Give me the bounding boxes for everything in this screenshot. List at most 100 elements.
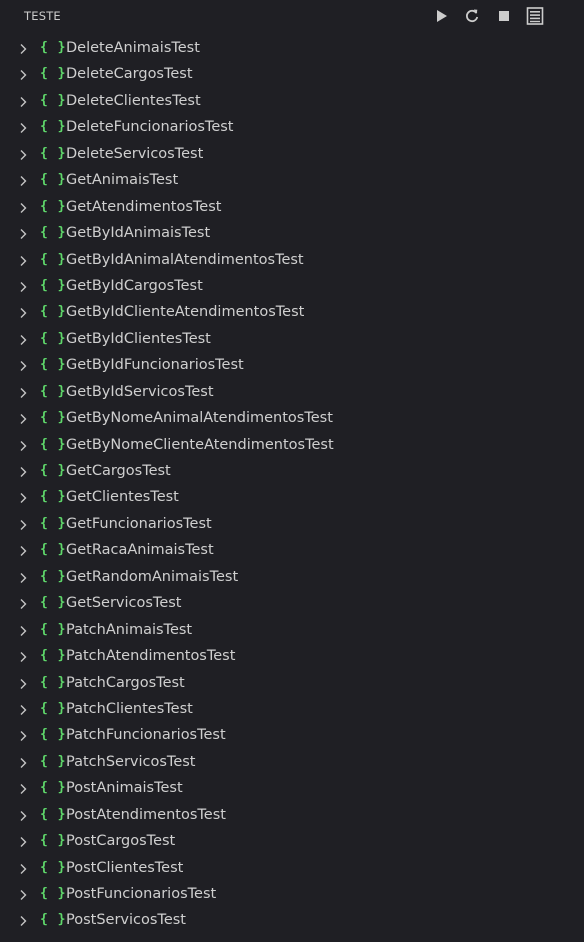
test-item[interactable]: { } DeleteCargosTest xyxy=(0,62,584,88)
test-item[interactable]: { } GetRandomAnimaisTest xyxy=(0,565,584,591)
test-item[interactable]: { } PatchAnimaisTest xyxy=(0,618,584,644)
test-item[interactable]: { } PostAnimaisTest xyxy=(0,776,584,802)
chevron-right-icon[interactable] xyxy=(16,412,30,426)
braces-icon: { } xyxy=(40,357,67,373)
chevron-right-icon[interactable] xyxy=(16,862,30,876)
test-item-label: GetByNomeAnimalAtendimentosTest xyxy=(66,410,333,427)
chevron-right-icon[interactable] xyxy=(16,280,30,294)
chevron-right-icon[interactable] xyxy=(16,703,30,717)
test-item[interactable]: { } GetByIdClienteAtendimentosTest xyxy=(0,300,584,326)
chevron-right-icon[interactable] xyxy=(16,624,30,638)
stop-tests-button[interactable] xyxy=(493,5,515,27)
braces-icon: { } xyxy=(40,145,67,161)
test-item-label: PostServicosTest xyxy=(66,912,186,929)
chevron-right-icon[interactable] xyxy=(16,333,30,347)
chevron-right-icon[interactable] xyxy=(16,544,30,558)
chevron-right-icon[interactable] xyxy=(16,465,30,479)
test-item[interactable]: { } GetServicosTest xyxy=(0,591,584,617)
braces-icon: { } xyxy=(40,225,67,241)
test-item[interactable]: { } GetByIdAnimalAtendimentosTest xyxy=(0,248,584,274)
chevron-right-icon[interactable] xyxy=(16,68,30,82)
chevron-right-icon[interactable] xyxy=(16,491,30,505)
test-item[interactable]: { } PatchServicosTest xyxy=(0,750,584,776)
test-item[interactable]: { } GetByIdClientesTest xyxy=(0,327,584,353)
braces-icon: { } xyxy=(40,172,67,188)
test-list: { } DeleteAnimaisTest{ } DeleteCargosTest{… xyxy=(0,36,584,935)
test-item-label: PatchCargosTest xyxy=(66,674,185,691)
test-item-label: GetServicosTest xyxy=(66,595,182,612)
test-item[interactable]: { } PatchClientesTest xyxy=(0,697,584,723)
chevron-right-icon[interactable] xyxy=(16,597,30,611)
test-item[interactable]: { } PatchCargosTest xyxy=(0,671,584,697)
test-item[interactable]: { } GetRacaAnimaisTest xyxy=(0,538,584,564)
braces-icon: { } xyxy=(40,595,67,611)
chevron-right-icon[interactable] xyxy=(16,914,30,928)
test-item[interactable]: { } GetByIdFuncionariosTest xyxy=(0,353,584,379)
chevron-right-icon[interactable] xyxy=(16,650,30,664)
chevron-right-icon[interactable] xyxy=(16,95,30,109)
test-item[interactable]: { } GetByNomeClienteAtendimentosTest xyxy=(0,433,584,459)
test-item[interactable]: { } PostCargosTest xyxy=(0,829,584,855)
test-item[interactable]: { } GetAnimaisTest xyxy=(0,168,584,194)
test-item[interactable]: { } PatchFuncionariosTest xyxy=(0,723,584,749)
chevron-right-icon[interactable] xyxy=(16,227,30,241)
chevron-right-icon[interactable] xyxy=(16,439,30,453)
test-item[interactable]: { } DeleteAnimaisTest xyxy=(0,36,584,62)
test-item[interactable]: { } PatchAtendimentosTest xyxy=(0,644,584,670)
chevron-right-icon[interactable] xyxy=(16,254,30,268)
braces-icon: { } xyxy=(40,727,67,743)
test-item-label: PostCargosTest xyxy=(66,833,176,850)
chevron-right-icon[interactable] xyxy=(16,42,30,56)
chevron-right-icon[interactable] xyxy=(16,677,30,691)
run-tests-button[interactable] xyxy=(430,5,452,27)
chevron-right-icon[interactable] xyxy=(16,809,30,823)
test-item[interactable]: { } GetAtendimentosTest xyxy=(0,195,584,221)
braces-icon: { } xyxy=(40,886,67,901)
braces-icon: { } xyxy=(40,198,67,214)
chevron-right-icon[interactable] xyxy=(16,518,30,532)
test-item[interactable]: { } GetByIdAnimaisTest xyxy=(0,221,584,247)
test-item[interactable]: { } DeleteServicosTest xyxy=(0,142,584,168)
test-item-label: GetByIdAnimaisTest xyxy=(66,225,211,242)
chevron-right-icon[interactable] xyxy=(16,306,30,320)
braces-icon: { } xyxy=(40,912,67,928)
test-item[interactable]: { } GetByIdServicosTest xyxy=(0,380,584,406)
test-item[interactable]: { } GetFuncionariosTest xyxy=(0,512,584,538)
chevron-right-icon[interactable] xyxy=(16,359,30,373)
test-item[interactable]: { } GetCargosTest xyxy=(0,459,584,485)
chevron-right-icon[interactable] xyxy=(16,756,30,770)
chevron-right-icon[interactable] xyxy=(16,729,30,743)
test-item-label: GetByIdClientesTest xyxy=(66,330,211,347)
test-item-label: PostClientesTest xyxy=(66,859,184,876)
test-item-label: GetAtendimentosTest xyxy=(66,198,222,215)
test-item[interactable]: { } GetClientesTest xyxy=(0,485,584,511)
test-item[interactable]: { } PostFuncionariosTest xyxy=(0,882,584,908)
run-icon xyxy=(437,10,447,22)
test-item[interactable]: { } PostServicosTest xyxy=(0,908,584,934)
chevron-right-icon[interactable] xyxy=(16,571,30,585)
chevron-right-icon[interactable] xyxy=(16,888,30,902)
chevron-right-icon[interactable] xyxy=(16,835,30,849)
chevron-right-icon[interactable] xyxy=(16,121,30,135)
chevron-right-icon[interactable] xyxy=(16,148,30,162)
chevron-right-icon[interactable] xyxy=(16,174,30,188)
test-item[interactable]: { } DeleteFuncionariosTest xyxy=(0,115,584,141)
chevron-right-icon[interactable] xyxy=(16,201,30,215)
braces-icon: { } xyxy=(40,568,67,584)
refresh-tests-button[interactable] xyxy=(461,5,483,27)
test-item[interactable]: { } PostAtendimentosTest xyxy=(0,803,584,829)
test-item[interactable]: { } PostClientesTest xyxy=(0,856,584,882)
test-item[interactable]: { } GetByIdCargosTest xyxy=(0,274,584,300)
braces-icon: { } xyxy=(40,489,67,505)
test-item-label: DeleteAnimaisTest xyxy=(66,40,200,56)
braces-icon: { } xyxy=(40,330,67,346)
test-item-label: GetByIdAnimalAtendimentosTest xyxy=(66,251,304,268)
chevron-right-icon[interactable] xyxy=(16,386,30,400)
chevron-right-icon[interactable] xyxy=(16,782,30,796)
braces-icon: { } xyxy=(40,40,67,55)
show-output-button[interactable] xyxy=(524,5,546,27)
braces-icon: { } xyxy=(40,700,67,716)
test-item-label: DeleteServicosTest xyxy=(66,145,204,162)
test-item[interactable]: { } GetByNomeAnimalAtendimentosTest xyxy=(0,406,584,432)
test-item[interactable]: { } DeleteClientesTest xyxy=(0,89,584,115)
